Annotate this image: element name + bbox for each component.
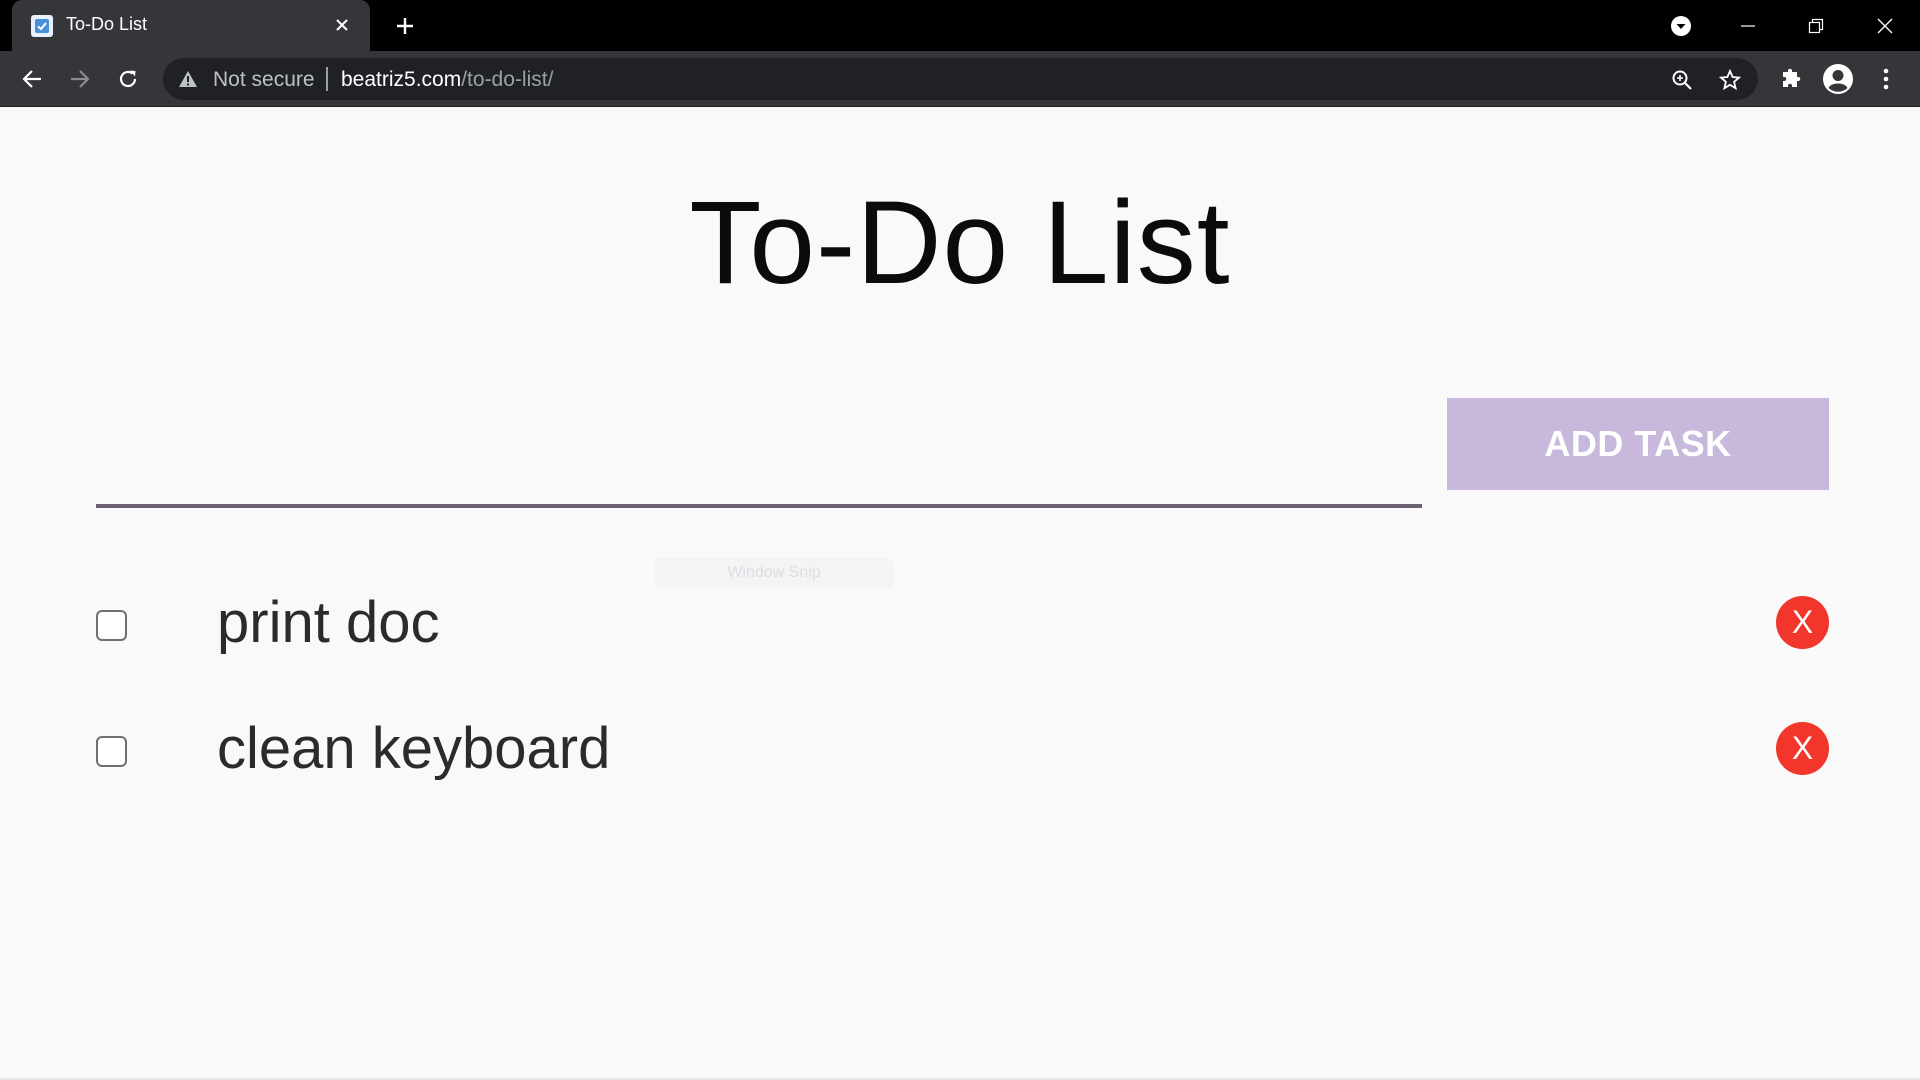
new-tab-plus-icon[interactable]: [390, 11, 420, 41]
tab-search-icon[interactable]: [1648, 0, 1714, 51]
task-row: print doc X: [96, 588, 1829, 658]
warning-triangle-icon[interactable]: [177, 69, 199, 89]
tab-close-icon[interactable]: [330, 13, 354, 37]
add-task-button[interactable]: ADD TASK: [1447, 398, 1829, 490]
browser-tab-active[interactable]: To-Do List: [12, 0, 370, 51]
browser-menu-kebab-icon[interactable]: [1870, 63, 1902, 95]
extensions-puzzle-icon[interactable]: [1775, 63, 1807, 95]
address-bar-divider: [326, 67, 328, 91]
reload-icon[interactable]: [112, 63, 144, 95]
tab-title: To-Do List: [66, 14, 148, 34]
task-label: clean keyboard: [217, 716, 611, 781]
task-row: clean keyboard X: [96, 714, 1829, 784]
task-checkbox[interactable]: [96, 610, 127, 641]
url-path: /to-do-list/: [461, 68, 554, 91]
browser-toolbar: Not secure beatriz5.com/to-do-list/: [0, 51, 1920, 107]
window-snip-watermark: Window Snip: [655, 558, 893, 588]
url-text[interactable]: beatriz5.com/to-do-list/: [341, 68, 553, 92]
profile-avatar-icon[interactable]: [1822, 63, 1854, 95]
new-task-input[interactable]: [96, 408, 1422, 508]
security-status-label[interactable]: Not secure: [213, 68, 315, 92]
task-checkbox[interactable]: [96, 736, 127, 767]
restore-window-icon[interactable]: [1783, 0, 1849, 51]
page-title: To-Do List: [689, 177, 1231, 309]
minimize-window-icon[interactable]: [1715, 0, 1781, 51]
browser-tab-strip: To-Do List: [0, 0, 1920, 51]
address-bar[interactable]: Not secure beatriz5.com/to-do-list/: [163, 58, 1758, 100]
delete-task-button[interactable]: X: [1776, 722, 1829, 775]
url-host: beatriz5.com: [341, 68, 462, 91]
bookmark-star-icon[interactable]: [1717, 67, 1743, 93]
delete-task-button[interactable]: X: [1776, 596, 1829, 649]
forward-arrow-icon[interactable]: [64, 63, 96, 95]
todo-page: To-Do List ADD TASK Window Snip print do…: [0, 108, 1920, 1080]
checkbox-favicon-icon: [31, 15, 53, 37]
zoom-magnifier-icon[interactable]: [1669, 67, 1695, 93]
back-arrow-icon[interactable]: [16, 63, 48, 95]
task-label: print doc: [217, 590, 440, 655]
close-window-icon[interactable]: [1852, 0, 1918, 51]
